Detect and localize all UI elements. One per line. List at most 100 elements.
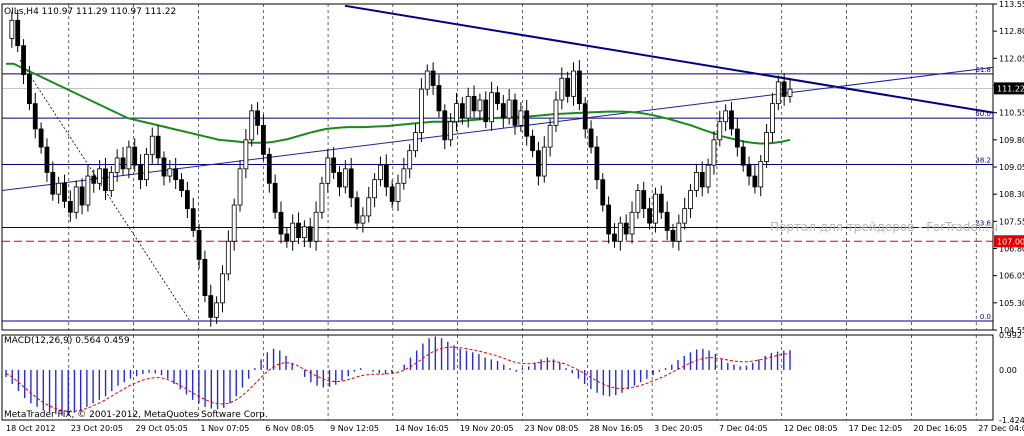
candle-body — [301, 226, 307, 239]
candle-body — [21, 45, 26, 76]
candle-body — [9, 19, 15, 39]
candle-body — [354, 197, 360, 224]
candle-body — [138, 164, 143, 181]
candle-body — [108, 172, 114, 191]
candle-body — [103, 168, 108, 191]
candle-body — [196, 229, 202, 260]
candle-body — [424, 70, 430, 90]
candle-body — [296, 222, 301, 239]
time-tick-label: 23 Nov 08:05 — [525, 424, 579, 433]
candle-body — [307, 226, 313, 242]
candle-body — [272, 182, 278, 213]
candle-body — [331, 157, 337, 173]
candle-body — [167, 168, 173, 177]
macd-tick-label: -1.424 — [999, 416, 1024, 425]
candle-body — [430, 70, 436, 86]
candle-body — [261, 124, 266, 155]
candle-body — [114, 157, 120, 173]
time-tick-label: 27 Dec 04:05 — [978, 424, 1024, 433]
candle-body — [184, 190, 190, 210]
candle-body — [342, 168, 348, 188]
candle-body — [85, 175, 91, 206]
candle-body — [653, 193, 658, 224]
candle-body — [278, 211, 284, 235]
candle-body — [623, 222, 629, 235]
candle-body — [91, 175, 97, 184]
candle-body — [512, 99, 518, 126]
watermark: Портал для трейдеров - ForTrader.ru — [770, 220, 998, 234]
candle-body — [506, 99, 512, 119]
candle-body — [32, 103, 38, 130]
candle-body — [764, 132, 769, 162]
candle-body — [775, 81, 781, 105]
candle-body — [383, 164, 389, 188]
candle-body — [237, 168, 243, 206]
time-tick-label: 17 Dec 12:05 — [849, 424, 903, 433]
candle-body — [372, 179, 377, 199]
time-tick-label: 6 Nov 08:05 — [265, 424, 314, 433]
time-tick-label: 9 Nov 12:05 — [330, 424, 379, 433]
candle-body — [582, 103, 588, 130]
price-tick-label: 113.55 — [999, 0, 1024, 9]
candle-body — [495, 92, 500, 105]
candle-body — [325, 157, 331, 184]
candle-body — [670, 229, 676, 242]
candle-body — [518, 110, 524, 126]
current-price-label: 111.22 — [997, 84, 1024, 93]
candle-body — [489, 92, 495, 123]
candle-body — [471, 95, 477, 112]
candle-body — [465, 95, 471, 119]
time-tick-label: 3 Dec 20:05 — [654, 424, 703, 433]
candle-body — [576, 70, 582, 105]
candle-body — [459, 103, 465, 119]
time-tick-label: 23 Oct 20:05 — [71, 424, 123, 433]
candle-body — [705, 164, 711, 188]
candle-body — [348, 168, 354, 199]
candle-body — [27, 74, 32, 105]
candle-body — [214, 302, 220, 318]
candle-body — [413, 132, 418, 152]
candle-body — [249, 110, 255, 141]
price-tick-label: 108.30 — [999, 190, 1024, 199]
candle-body — [723, 110, 729, 123]
candle-body — [38, 128, 44, 148]
candle-body — [401, 168, 407, 184]
candle-body — [699, 172, 705, 188]
price-tick-label: 107.55 — [999, 217, 1024, 226]
time-tick-label: 20 Dec 16:05 — [913, 424, 967, 433]
candle-body — [658, 193, 664, 213]
candle-body — [56, 182, 62, 195]
candle-body — [15, 19, 21, 47]
price-tick-label: 109.05 — [999, 163, 1024, 172]
candle-body — [606, 204, 612, 235]
candle-body — [635, 190, 641, 213]
candle-body — [79, 186, 85, 206]
candle-body — [536, 150, 541, 177]
candle-body — [676, 222, 682, 242]
fib-level-label: 0.0 — [980, 313, 991, 321]
time-tick-label: 12 Dec 08:05 — [784, 424, 838, 433]
candle-body — [682, 208, 688, 224]
candle-body — [524, 110, 530, 137]
candle-body — [419, 88, 424, 133]
candle-body — [378, 164, 383, 181]
candle-body — [734, 128, 740, 148]
candle-body — [50, 172, 56, 195]
alert-price-label: 107.00 — [997, 237, 1024, 246]
candle-body — [647, 208, 652, 224]
candle-body — [366, 197, 372, 217]
candle-body — [173, 168, 179, 181]
price-tick-label: 110.55 — [999, 109, 1024, 118]
candle-body — [120, 157, 126, 170]
candle-body — [313, 211, 319, 242]
candle-body — [758, 161, 764, 188]
candle-body — [442, 110, 448, 141]
price-tick-label: 105.30 — [999, 299, 1024, 308]
candle-body — [617, 222, 623, 242]
candle-body — [149, 135, 155, 155]
copyright-text: MetaTrader FIX, © 2001-2012, MetaQuotes … — [4, 410, 268, 420]
candle-body — [483, 99, 489, 123]
candle-body — [641, 190, 647, 210]
candle-body — [179, 179, 184, 191]
candle-body — [337, 172, 342, 188]
